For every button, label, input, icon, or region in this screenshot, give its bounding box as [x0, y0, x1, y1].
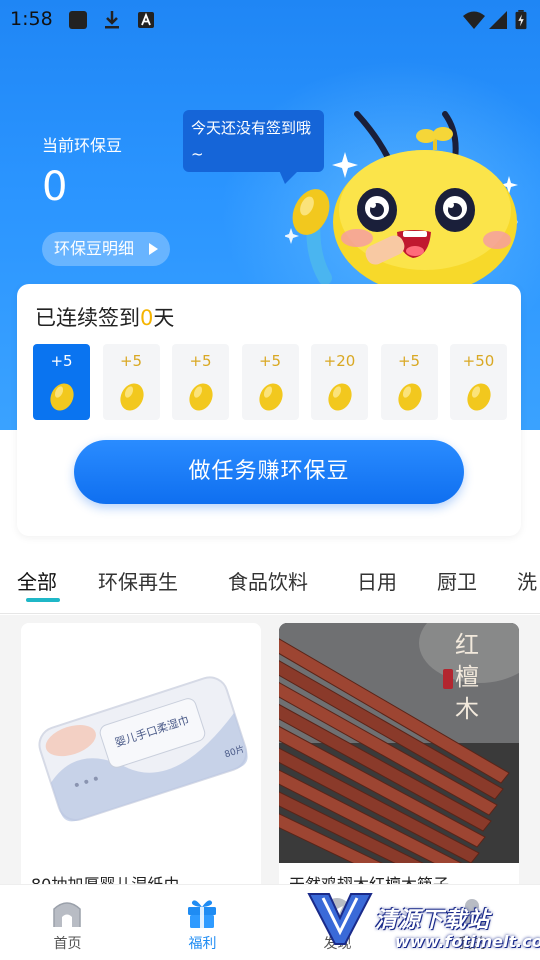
product-image-chopsticks: 红 檀 木 [279, 623, 519, 863]
home-icon [53, 902, 81, 927]
overlay-text-3: 木 [455, 695, 479, 723]
status-time: 1:58 [10, 8, 53, 30]
category-tab[interactable]: 全部 [17, 566, 57, 595]
streak-days: 0 [140, 306, 154, 330]
eco-bean-icon [397, 383, 422, 411]
watermark-line1: 清源下载站 [375, 908, 491, 933]
signin-day-5[interactable]: +20 [311, 344, 368, 420]
gift-icon [188, 900, 216, 928]
bean-detail-label: 环保豆明细 [54, 239, 135, 258]
day-points: +5 [119, 352, 143, 370]
signin-day-3[interactable]: +5 [172, 344, 229, 420]
tab-active-indicator [26, 598, 60, 602]
streak-suffix: 天 [153, 306, 175, 330]
day-points: +20 [323, 352, 356, 370]
category-tab[interactable]: 洗 [517, 566, 537, 595]
earn-beans-task-button[interactable]: 做任务赚环保豆 [74, 440, 464, 504]
keyboard-a-icon [138, 12, 154, 28]
eco-bean-icon [328, 383, 352, 411]
streak-title: 已连续签到0天 [35, 302, 174, 332]
watermark-line2: www.fotimelt.com [395, 932, 540, 951]
bean-detail-button[interactable]: 环保豆明细 [42, 232, 170, 266]
day-points: +5 [50, 352, 73, 370]
product-image-wipes: 婴儿手口柔湿巾 80片 [21, 623, 261, 863]
day-points: +5 [189, 352, 212, 370]
day-points: +50 [462, 352, 495, 370]
signin-day-2[interactable]: +5 [102, 344, 160, 420]
bee-mascot-illustration [285, 111, 518, 290]
category-tab[interactable]: 食品饮料 [228, 566, 308, 595]
bean-balance-value: 0 [42, 164, 68, 210]
signin-card: 已连续签到0天 +5 +5 +5 +5 +20 +5 +50 做任务赚环保豆 [17, 284, 521, 536]
nav-item-0[interactable]: 首页 [0, 885, 135, 960]
product-card[interactable]: 婴儿手口柔湿巾 80片 80抽加厚婴儿湿纸巾… [21, 623, 261, 893]
bean-balance-label: 当前环保豆 [42, 136, 123, 155]
category-tab[interactable]: 环保再生 [98, 566, 178, 595]
overlay-text-1: 红 [455, 631, 479, 659]
day-points: +5 [258, 352, 282, 370]
download-icon [105, 11, 119, 29]
signin-day-1[interactable]: +5 [33, 344, 90, 420]
site-watermark: 清源下载站 www.fotimelt.com [305, 888, 540, 960]
category-tabs: 全部 环保再生 食品饮料 日用 厨卫 洗 [0, 556, 540, 614]
watermark-logo-icon [307, 893, 373, 945]
day-points: +5 [397, 352, 421, 370]
wifi-icon [463, 11, 485, 29]
nav-item-1[interactable]: 福利 [135, 885, 270, 960]
status-bar: 1:58 [0, 0, 540, 40]
nav-label: 首页 [53, 936, 82, 952]
overlay-text-2: 檀 [455, 663, 479, 691]
streak-prefix: 已连续签到 [35, 306, 140, 330]
eco-bean-icon [119, 383, 144, 411]
play-arrow-icon [149, 243, 158, 255]
signin-day-7[interactable]: +50 [450, 344, 507, 420]
category-tab[interactable]: 日用 [357, 566, 397, 595]
eco-bean-icon [50, 383, 74, 411]
eco-bean-icon [189, 383, 213, 411]
seal-stamp [443, 669, 453, 689]
nav-label: 福利 [188, 936, 217, 952]
product-card[interactable]: 红 檀 木 天然鸡翅木红檀木筷子… [279, 623, 519, 893]
notification-square-icon [69, 11, 87, 29]
eco-bean-icon [467, 383, 491, 411]
eco-bean-icon [258, 383, 283, 411]
signin-day-4[interactable]: +5 [241, 344, 299, 420]
signal-icon [489, 11, 507, 29]
signin-days: +5 +5 +5 +5 +20 +5 +50 [33, 344, 507, 420]
category-tab[interactable]: 厨卫 [437, 566, 477, 595]
signin-day-6[interactable]: +5 [380, 344, 438, 420]
battery-charging-icon [515, 10, 527, 30]
